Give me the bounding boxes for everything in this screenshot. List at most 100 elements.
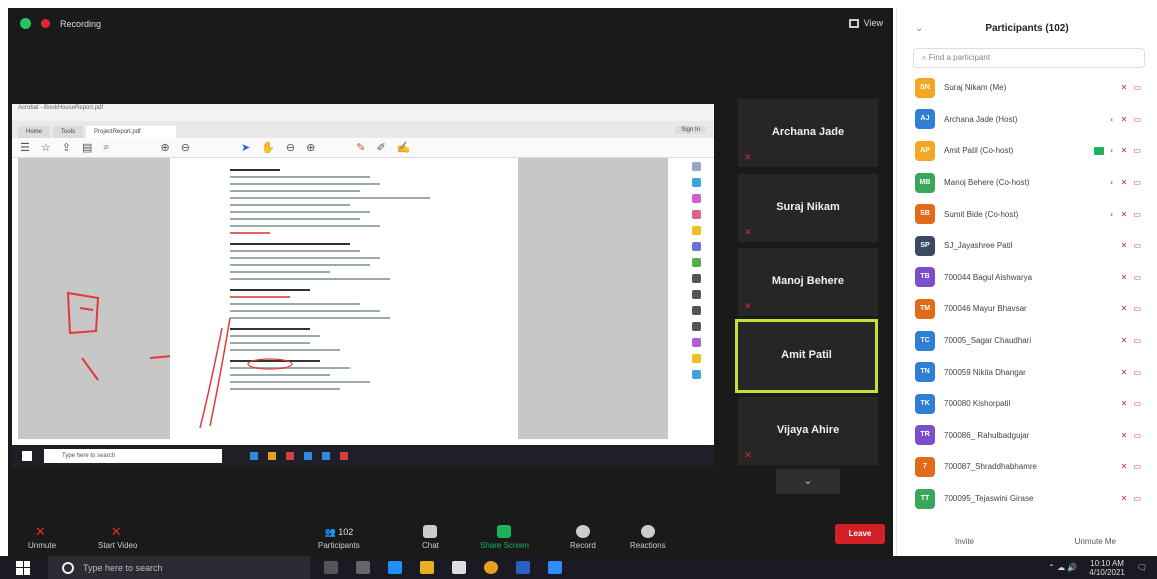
video-off-icon: ▭ xyxy=(1133,399,1141,409)
mail-icon[interactable] xyxy=(452,561,466,574)
video-off-icon: ▭ xyxy=(1133,209,1141,219)
chevron-down-icon[interactable]: ⌄ xyxy=(776,469,840,494)
participant-name: Archana Jade (Host) xyxy=(944,114,1018,124)
participant-row[interactable]: SP SJ_Jayashree Patil ✕ ▭ xyxy=(897,230,1157,262)
participant-status: ✕ ▭ xyxy=(1121,368,1141,377)
mic-muted-icon: ✕ xyxy=(744,301,752,311)
mic-muted-icon: ✕ xyxy=(1120,209,1128,219)
video-off-icon: ▭ xyxy=(1133,241,1141,251)
participant-row[interactable]: SB Sumit Bide (Co-host) ◐ ✕ ▭ xyxy=(897,198,1157,230)
participant-status: ✕ ▭ xyxy=(1121,83,1141,92)
participant-row[interactable]: TR 700086_ Rahulbadgujar ✕ ▭ xyxy=(897,420,1157,452)
windows-start-icon[interactable] xyxy=(16,560,30,575)
tile-name: Vijaya Ahire xyxy=(776,424,840,436)
unmute-button[interactable]: ✕ Unmute xyxy=(28,525,56,550)
start-video-button[interactable]: ✕ Start Video xyxy=(98,525,137,550)
participant-row[interactable]: TN 700059 Nikita Dhangar ✕ ▭ xyxy=(897,356,1157,388)
panel-footer: Invite Unmute Me xyxy=(897,537,1157,546)
zoom-icon[interactable] xyxy=(548,561,562,574)
chat-button[interactable]: Chat xyxy=(422,525,439,550)
mic-muted-icon: ✕ xyxy=(1120,494,1128,504)
participant-status: ✕ ▭ xyxy=(1121,462,1141,471)
video-off-icon: ▭ xyxy=(1133,178,1141,188)
avatar: TC xyxy=(915,330,935,351)
mic-muted-icon: ✕ xyxy=(1120,114,1128,124)
participant-row[interactable]: AJ Archana Jade (Host) ◐ ✕ ▭ xyxy=(897,104,1157,136)
task-view-icon[interactable] xyxy=(356,561,370,574)
next-page-icon: ⊖ xyxy=(180,142,190,154)
shield-icon[interactable] xyxy=(20,18,31,29)
participant-row[interactable]: SN Suraj Nikam (Me) ✕ ▭ xyxy=(897,72,1157,104)
participant-name: 700086_ Rahulbadgujar xyxy=(944,430,1030,440)
taskbar-search-input[interactable]: Type here to search xyxy=(48,556,310,579)
avatar: TT xyxy=(915,488,935,509)
participants-button[interactable]: 👥 102 Participants xyxy=(318,527,360,550)
video-off-icon: ▭ xyxy=(1133,336,1141,346)
view-button[interactable]: View xyxy=(848,18,883,28)
video-tile-suraj[interactable]: Suraj Nikam ✕ xyxy=(738,174,878,242)
participant-row[interactable]: TM 700046 Mayur Bhavsar ✕ ▭ xyxy=(897,293,1157,325)
share-screen-icon xyxy=(497,525,512,538)
participant-row[interactable]: TT 700095_Tejaswini Girase ✕ ▭ xyxy=(897,483,1157,515)
leave-button[interactable]: Leave xyxy=(835,524,885,544)
store-icon[interactable] xyxy=(420,561,434,574)
video-off-icon: ▭ xyxy=(1133,83,1141,93)
reactions-button[interactable]: Reactions xyxy=(630,525,666,550)
taskbar-clock[interactable]: 10:10 AM 4/10/2021 xyxy=(1089,559,1125,577)
avatar: TN xyxy=(915,362,935,383)
word-icon[interactable] xyxy=(516,561,530,574)
edge-icon[interactable] xyxy=(388,561,402,574)
record-button[interactable]: Record xyxy=(570,525,596,550)
participant-name: Suraj Nikam (Me) xyxy=(944,83,1007,93)
mic-muted-icon: ✕ xyxy=(1120,430,1128,440)
chat-icon xyxy=(423,525,438,538)
participant-status: ◐ ✕ ▭ xyxy=(1093,146,1141,155)
participant-row[interactable]: TK 700080 Kishorpatil ✕ ▭ xyxy=(897,388,1157,420)
avatar: TK xyxy=(915,393,935,414)
tray-icons[interactable]: ⌃ ☁ 🔊 xyxy=(1048,563,1077,572)
participant-row[interactable]: MB Manoj Behere (Co-host) ◐ ✕ ▭ xyxy=(897,167,1157,199)
video-off-icon: ▭ xyxy=(1133,367,1141,377)
invite-button[interactable]: Invite xyxy=(955,537,974,546)
mic-muted-icon: ✕ xyxy=(1120,272,1128,282)
participant-name: SJ_Jayashree Patil xyxy=(944,241,1013,251)
participant-row[interactable]: 7 700087_Shraddhabhamre ✕ ▭ xyxy=(897,451,1157,483)
avatar: 7 xyxy=(915,456,935,477)
participant-status: ✕ ▭ xyxy=(1121,399,1141,408)
shared-taskbar: Type here to search xyxy=(12,445,714,467)
participant-status: ✕ ▭ xyxy=(1121,336,1141,345)
raise-hand-icon: ◐ xyxy=(1109,114,1115,124)
mic-muted-icon: ✕ xyxy=(744,450,752,460)
video-tile-vijaya[interactable]: Vijaya Ahire ✕ xyxy=(738,397,878,465)
participant-row[interactable]: TC 70005_Sagar Chaudhari ✕ ▭ xyxy=(897,325,1157,357)
video-off-icon: ▭ xyxy=(1133,304,1141,314)
video-off-icon: ▭ xyxy=(1133,114,1141,124)
mic-muted-icon: ✕ xyxy=(1120,336,1128,346)
participant-row[interactable]: TB 700044 Bagul Aishwarya ✕ ▭ xyxy=(897,262,1157,294)
video-tile-amit-active[interactable]: Amit Patil xyxy=(735,319,878,393)
mic-icon[interactable] xyxy=(324,561,338,574)
raise-hand-icon: ◐ xyxy=(1109,209,1115,219)
participant-row[interactable]: AP Amit Patil (Co-host) ◐ ✕ ▭ xyxy=(897,135,1157,167)
upload-icon: ⇪ xyxy=(61,142,71,154)
avatar: SB xyxy=(915,204,935,225)
reactions-icon xyxy=(640,525,655,538)
chrome-icon[interactable] xyxy=(484,561,498,574)
avatar: MB xyxy=(915,172,935,193)
video-off-icon: ✕ xyxy=(110,524,122,539)
video-on-icon xyxy=(1093,146,1104,155)
unmute-me-button[interactable]: Unmute Me xyxy=(1075,537,1116,546)
mic-muted-icon: ✕ xyxy=(1120,178,1128,188)
notification-icon[interactable]: 🗨 xyxy=(1137,563,1147,572)
mic-muted-icon: ✕ xyxy=(35,524,46,539)
shared-menu-bar xyxy=(12,113,714,121)
participant-name: 700059 Nikita Dhangar xyxy=(944,367,1026,377)
participant-search-input[interactable]: ⌕ Find a participant xyxy=(913,48,1145,68)
share-screen-button[interactable]: Share Screen xyxy=(480,525,529,550)
participant-status: ◐ ✕ ▭ xyxy=(1110,178,1141,187)
video-tile-archana[interactable]: Archana Jade ✕ xyxy=(738,99,878,167)
pdf-margin-left xyxy=(18,158,197,439)
avatar: TB xyxy=(915,267,935,288)
video-tile-manoj[interactable]: Manoj Behere ✕ xyxy=(738,248,878,316)
avatar: SP xyxy=(915,235,935,256)
